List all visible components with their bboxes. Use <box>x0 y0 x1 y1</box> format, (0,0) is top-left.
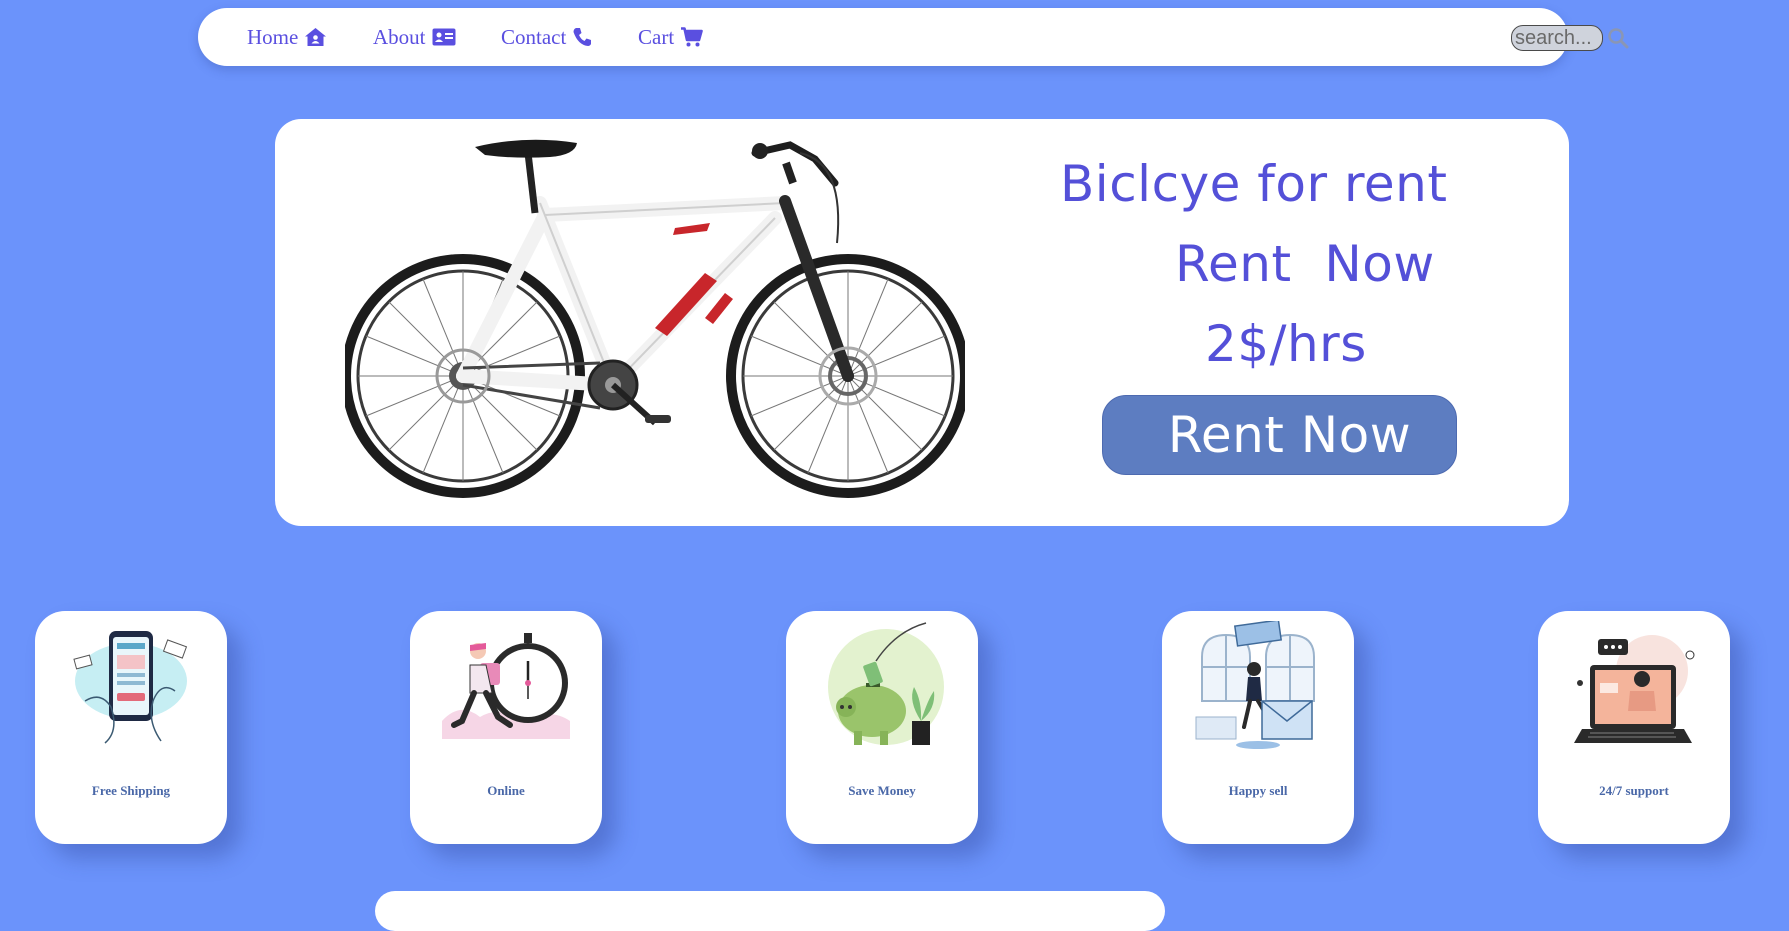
support-laptop-illustration <box>1574 635 1695 743</box>
search-icon[interactable] <box>1607 27 1629 49</box>
feature-label: 24/7 support <box>1599 783 1669 798</box>
feature-label: Free Shipping <box>91 783 171 798</box>
mobile-payment-illustration <box>73 631 188 744</box>
hero-price: 2$/hrs <box>1205 315 1367 373</box>
nav-about-label: About <box>373 24 426 49</box>
delivery-stopwatch-illustration <box>442 633 570 739</box>
feature-card-save-money: Save Money <box>786 611 978 844</box>
hero-banner: Biclcye for rent Rent Now 2$/hrs Rent No… <box>275 119 1569 526</box>
hero-subtitle: Rent Now <box>1175 235 1435 293</box>
nav-about-link[interactable]: About <box>373 8 456 66</box>
search-input[interactable] <box>1511 25 1603 51</box>
bottom-panel <box>375 891 1165 931</box>
feature-card-free-shipping: Free Shipping <box>35 611 227 844</box>
phone-icon <box>572 27 592 47</box>
nav-cart-label: Cart <box>638 24 675 49</box>
feature-card-support: 24/7 support <box>1538 611 1730 844</box>
feature-label: Online <box>487 783 525 798</box>
feature-label: Happy sell <box>1228 783 1288 798</box>
nav-home-label: Home <box>247 24 299 49</box>
nav-home-link[interactable]: Home <box>247 8 327 66</box>
piggy-bank-illustration <box>828 622 944 745</box>
happy-shopper-illustration <box>1195 621 1315 749</box>
home-icon <box>304 27 327 47</box>
feature-card-happy-sell: Happy sell <box>1162 611 1354 844</box>
feature-card-online: Online <box>410 611 602 844</box>
nav-contact-label: Contact <box>501 24 567 49</box>
feature-label: Save Money <box>848 783 916 798</box>
hero-title: Biclcye for rent <box>1060 155 1448 213</box>
nav-cart-link[interactable]: Cart <box>638 8 703 66</box>
navbar: Home About Contact Cart <box>198 8 1568 66</box>
bicycle-image <box>345 139 965 498</box>
cart-icon <box>680 27 703 47</box>
rent-now-button[interactable]: Rent Now <box>1102 395 1457 475</box>
nav-contact-link[interactable]: Contact <box>501 8 592 66</box>
id-card-icon <box>432 28 456 46</box>
